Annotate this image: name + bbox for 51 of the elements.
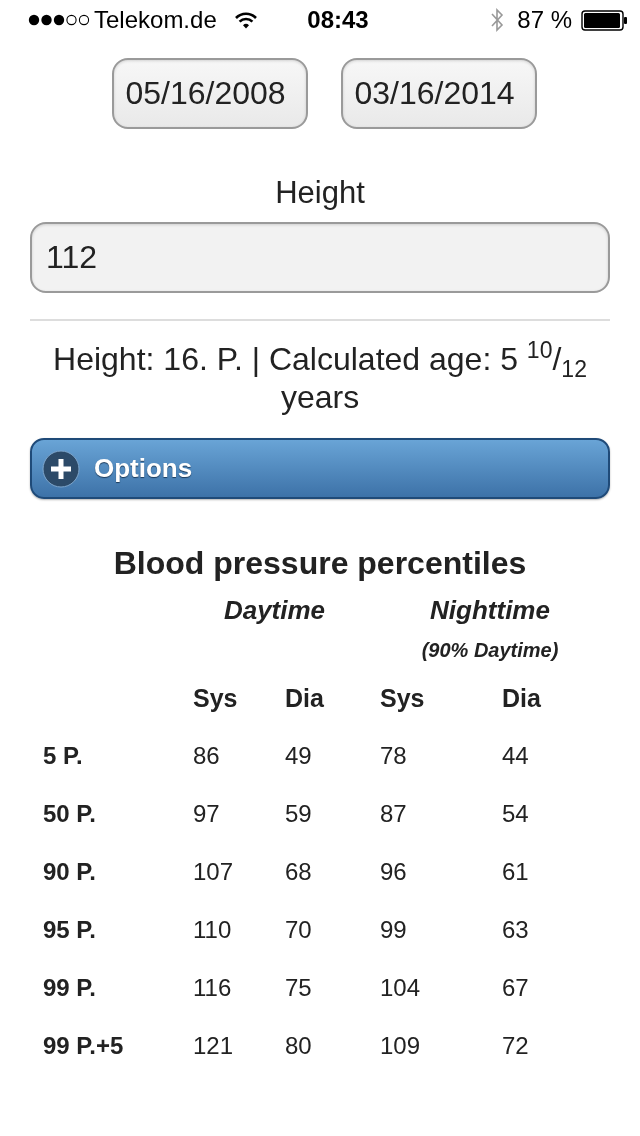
column-header: Sys	[193, 683, 239, 713]
height-input-field[interactable]: 112	[30, 222, 610, 293]
row-label: 99 P.	[43, 973, 97, 1003]
table-cell-text: 44	[502, 741, 530, 771]
table-cell-text: 109	[380, 1031, 422, 1061]
table-cell-text: 80	[285, 1031, 313, 1061]
column-group-note: (90% Daytime)	[420, 638, 560, 663]
table-cell-text: 49	[285, 741, 313, 771]
start-date-field[interactable]: 05/16/2008	[111, 58, 308, 129]
table-cell-text: 61	[502, 857, 530, 887]
end-date-field[interactable]: 03/16/2014	[340, 58, 537, 129]
table-cell-text: 116	[193, 973, 233, 1003]
column-group-header: Daytime	[222, 595, 327, 625]
table-title: Blood pressure percentiles	[112, 545, 528, 581]
table-cell-text: 68	[285, 857, 313, 887]
table-cell-text: 96	[380, 857, 408, 887]
table-cell-text: 72	[502, 1031, 530, 1061]
row-label: 5 P.	[43, 741, 84, 771]
column-header: Dia	[502, 683, 542, 713]
row-label: 95 P.	[43, 915, 97, 945]
table-cell-text: 70	[285, 915, 313, 945]
result-summary: Height: 16. P. | Calculated age: 5 $^{10}$/$_{12}$ years	[52, 340, 588, 416]
wifi-icon	[234, 11, 257, 29]
table-cell-text: 97	[193, 799, 221, 829]
column-header: Dia	[285, 683, 325, 713]
signal-strength-icon	[28, 14, 90, 26]
table-cell-text: 104	[380, 973, 422, 1003]
battery-percentage: 87 %	[517, 6, 572, 34]
table-cell-text: 54	[502, 799, 530, 829]
clock-time: 08:43	[306, 6, 369, 34]
table-cell-text: 63	[502, 915, 530, 945]
table-cell-text: 86	[193, 741, 221, 771]
row-label: 50 P.	[43, 799, 97, 829]
table-cell-text: 107	[193, 857, 235, 887]
options-button[interactable]: Options	[30, 438, 610, 499]
table-cell-text: 87	[380, 799, 408, 829]
column-header: Sys	[380, 683, 426, 713]
column-group-header: Nighttime	[429, 595, 551, 625]
table-cell-text: 110	[193, 915, 233, 945]
table-cell-text: 121	[193, 1031, 235, 1061]
table-cell-text: 59	[285, 799, 313, 829]
battery-icon	[581, 9, 628, 31]
table-cell-text: 75	[285, 973, 313, 1003]
table-cell-text: 99	[380, 915, 408, 945]
row-label: 99 P.+5	[43, 1031, 125, 1061]
field-label: Height	[274, 176, 366, 210]
table-cell-text: 67	[502, 973, 530, 1003]
table-cell-text: 78	[380, 741, 408, 771]
row-label: 90 P.	[43, 857, 97, 887]
bluetooth-icon	[490, 7, 505, 33]
carrier-name: Telekom.de	[94, 6, 217, 34]
